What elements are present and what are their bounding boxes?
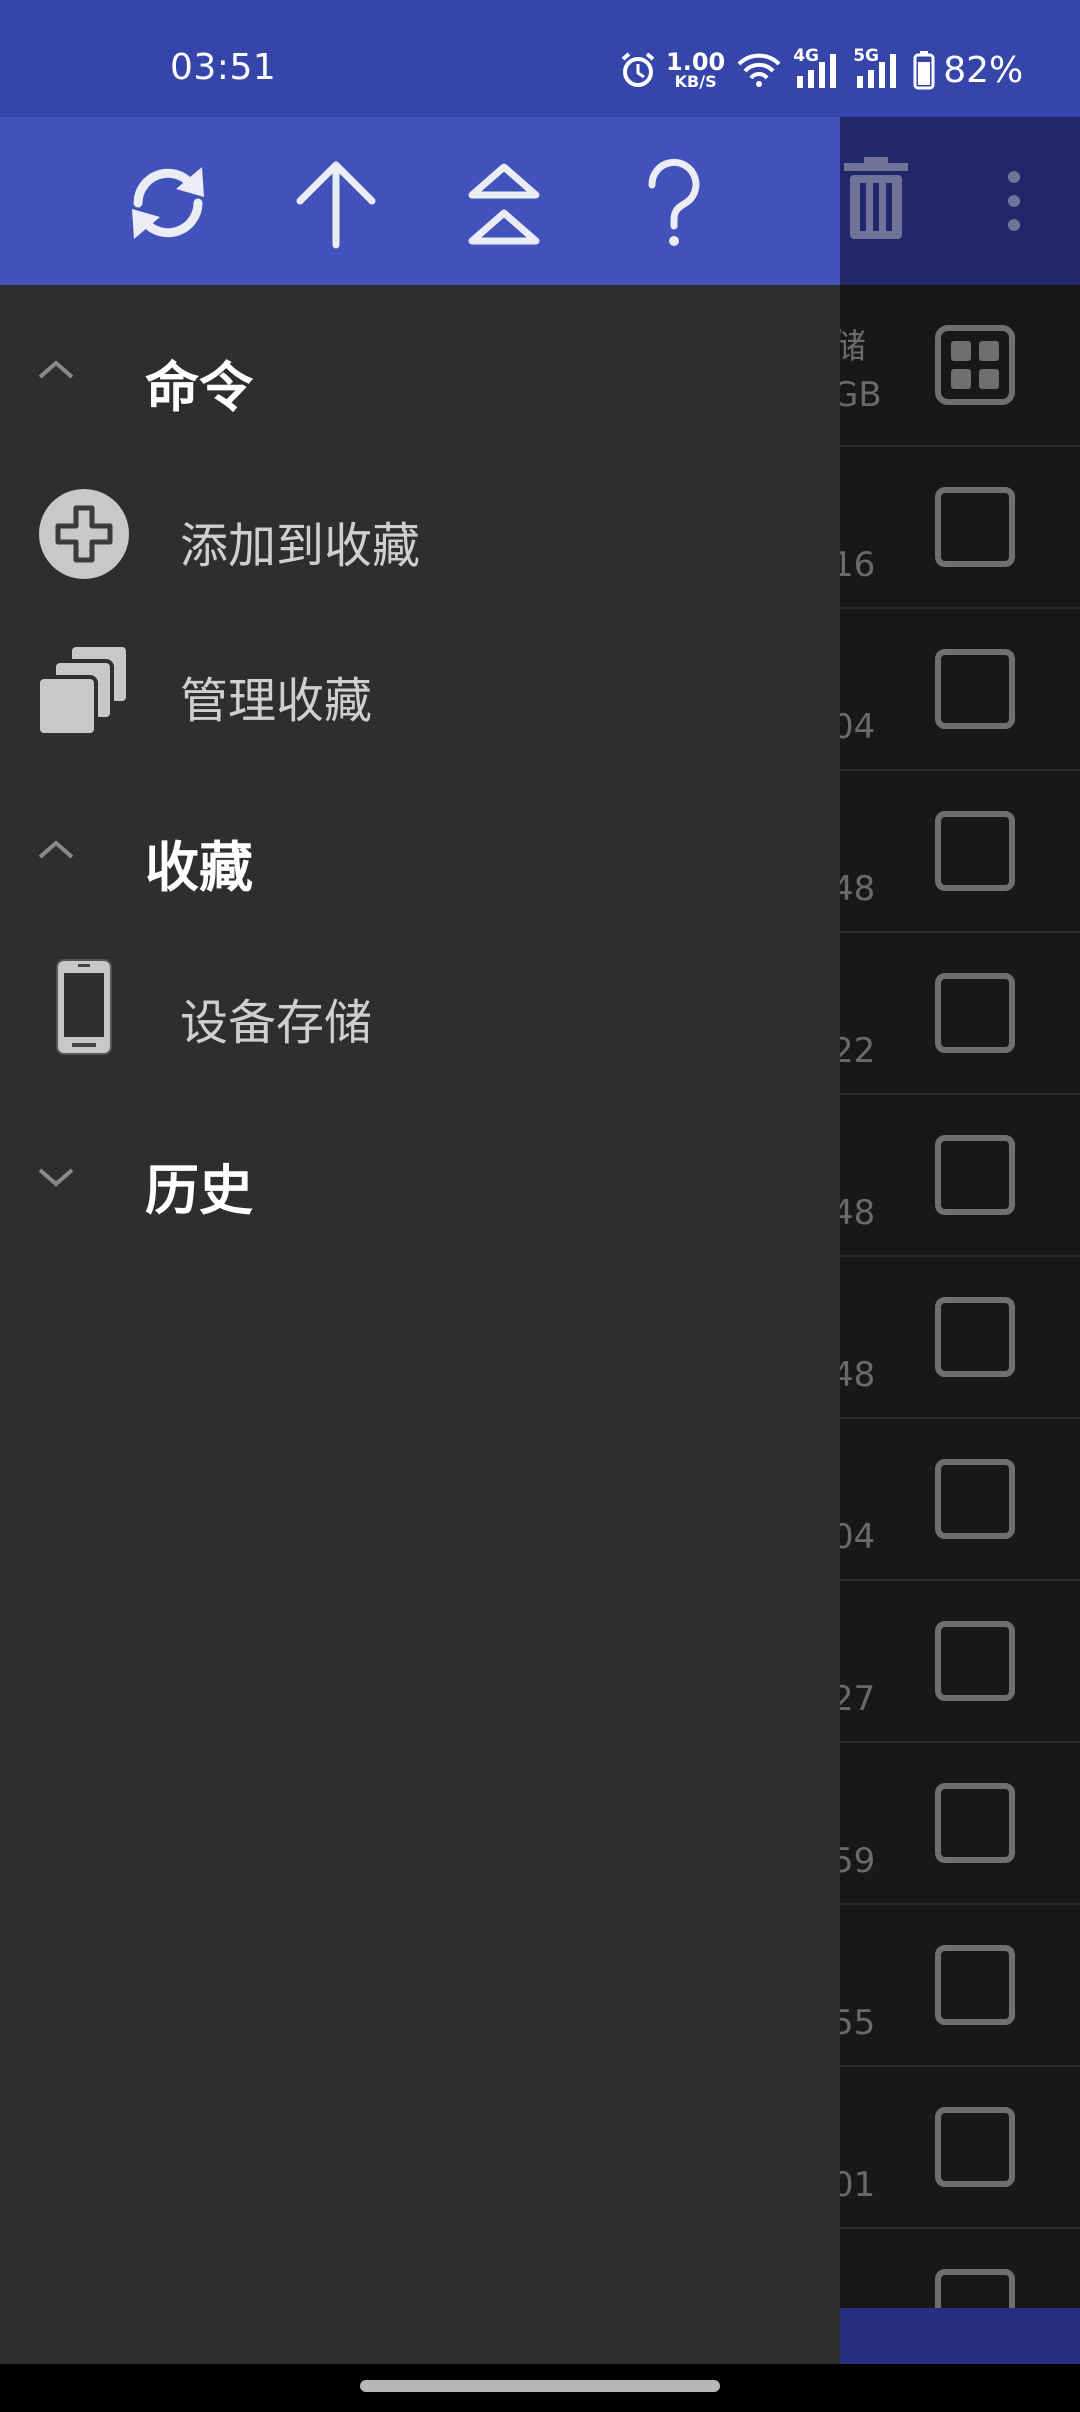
row-checkbox[interactable] [935, 2269, 1015, 2308]
drawer-item-label: 管理收藏 [180, 673, 373, 729]
status-icons: 1.00 KB/S 4G 5G 82% [618, 46, 1023, 94]
copy-stack-icon [36, 641, 132, 737]
section-title: 收藏 [145, 836, 253, 899]
row-checkbox[interactable] [935, 1297, 1015, 1377]
system-nav-bar [0, 2364, 1080, 2412]
chevron-up-icon [34, 355, 78, 387]
drawer-toolbar [0, 117, 840, 285]
chevron-up-icon [34, 835, 78, 867]
row-checkbox[interactable] [935, 1783, 1015, 1863]
refresh-icon[interactable] [118, 153, 218, 253]
row-checkbox[interactable] [935, 973, 1015, 1053]
drawer-item-add-to-favorites[interactable]: 添加到收藏 [0, 462, 840, 602]
row-checkbox[interactable] [935, 1945, 1015, 2025]
drawer-item-label: 设备存储 [180, 995, 373, 1051]
row-checkbox[interactable] [935, 811, 1015, 891]
network-speed-value: 1.00 [666, 48, 726, 76]
help-icon[interactable] [624, 153, 724, 253]
signal-4g-icon: 4G [793, 46, 839, 90]
trash-icon[interactable] [840, 157, 912, 245]
section-title: 历史 [145, 1159, 253, 1222]
battery-percent: 82% [943, 49, 1024, 91]
section-title: 命令 [145, 356, 253, 419]
arrow-up-icon[interactable] [286, 153, 386, 253]
row-checkbox[interactable] [935, 1459, 1015, 1539]
wifi-icon [737, 52, 781, 88]
more-vert-icon[interactable] [1000, 169, 1028, 237]
home-indicator[interactable] [360, 2380, 720, 2392]
add-circle-icon [36, 486, 132, 582]
grid-view-icon[interactable] [935, 325, 1015, 409]
drawer-item-label: 添加到收藏 [180, 518, 421, 574]
status-time: 03:51 [170, 47, 277, 88]
double-chevron-up-icon[interactable] [454, 153, 554, 253]
section-header-history[interactable]: 历史 [0, 1120, 840, 1230]
row-checkbox[interactable] [935, 649, 1015, 729]
section-header-commands[interactable]: 命令 [0, 317, 840, 427]
alarm-icon [618, 50, 658, 90]
row-checkbox[interactable] [935, 2107, 1015, 2187]
phone-icon [54, 957, 150, 1055]
drawer-item-device-storage[interactable]: 设备存储 [0, 939, 840, 1079]
row-checkbox[interactable] [935, 1621, 1015, 1701]
network-speed: 1.00 KB/S [666, 50, 725, 90]
row-checkbox[interactable] [935, 1135, 1015, 1215]
battery-icon [913, 50, 935, 90]
signal-5g-icon: 5G [853, 46, 899, 90]
status-bar: 03:51 1.00 KB/S 4G 5G 82% [0, 0, 1080, 117]
section-header-favorites[interactable]: 收藏 [0, 797, 840, 907]
drawer-item-manage-favorites[interactable]: 管理收藏 [0, 617, 840, 757]
network-speed-unit: KB/S [674, 72, 717, 91]
chevron-down-icon [34, 1164, 78, 1196]
row-checkbox[interactable] [935, 487, 1015, 567]
navigation-drawer: 命令 添加到收藏 管理收藏 收藏 设备存储 历史 [0, 117, 840, 2364]
